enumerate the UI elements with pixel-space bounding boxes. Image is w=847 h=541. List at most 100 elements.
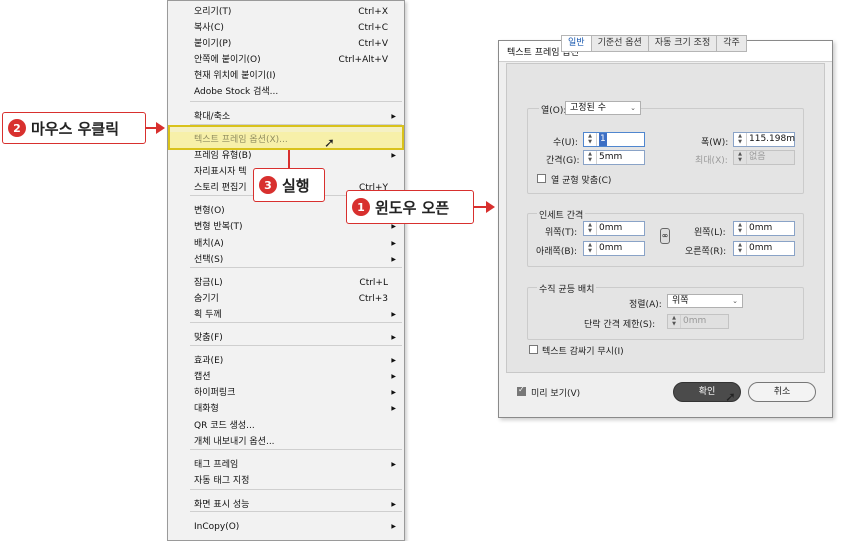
- tab-baseline-options[interactable]: 기준선 옵션: [591, 35, 649, 52]
- menu-item-label: 선택(S): [194, 255, 224, 265]
- stepper-icon[interactable]: ▲ ▼: [584, 133, 597, 146]
- arrow-head: [486, 201, 495, 213]
- menu-item[interactable]: 현재 위치에 붙이기(I): [168, 68, 404, 84]
- ignore-text-wrap-checkbox[interactable]: [529, 345, 538, 354]
- columns-select[interactable]: 고정된 수 ⌄: [565, 101, 641, 115]
- menu-item-label: 개체 내보내기 옵션...: [194, 437, 275, 447]
- menu-item[interactable]: 자동 태그 지정: [168, 473, 404, 489]
- stepper-icon[interactable]: ▲ ▼: [584, 242, 597, 255]
- number-field[interactable]: ▲ ▼ 1: [583, 132, 645, 147]
- menu-item-label: InCopy(O): [194, 522, 240, 532]
- chevron-down-icon: ⌄: [630, 104, 636, 112]
- submenu-arrow-icon: ▶: [391, 373, 396, 380]
- callout-number-badge: 1: [352, 198, 370, 216]
- align-select[interactable]: 위쪽 ⌄: [667, 294, 743, 308]
- menu-item[interactable]: 복사(C) Ctrl+C: [168, 20, 404, 36]
- stepper-icon[interactable]: ▲ ▼: [584, 151, 597, 164]
- menu-item[interactable]: 붙이기(P) Ctrl+V: [168, 36, 404, 52]
- callout-text: 윈도우 오픈: [375, 198, 450, 217]
- menu-item[interactable]: 숨기기 Ctrl+3: [168, 291, 404, 307]
- menu-item[interactable]: 안쪽에 붙이기(O) Ctrl+Alt+V: [168, 52, 404, 68]
- menu-item-shortcut: Ctrl+X: [358, 7, 388, 17]
- preview-label: 미리 보기(V): [531, 389, 581, 399]
- menu-item-label: 확대/축소: [194, 112, 231, 122]
- callout-right-click: 2 마우스 우클릭: [2, 112, 146, 144]
- menu-item[interactable]: Adobe Stock 검색...: [168, 84, 404, 100]
- menu-item[interactable]: 대화형 ▶: [168, 401, 404, 417]
- menu-item-label: 캡션: [194, 372, 211, 382]
- callout-window-open: 1 윈도우 오픈: [346, 190, 474, 224]
- submenu-arrow-icon: ▶: [391, 152, 396, 159]
- menu-item-label: 배치(A): [194, 239, 224, 249]
- gutter-field[interactable]: ▲ ▼ 5mm: [583, 150, 645, 165]
- inset-right-value: 0mm: [749, 243, 773, 253]
- menu-item-label: 현재 위치에 붙이기(I): [194, 71, 276, 81]
- menu-item-label: 숨기기: [194, 294, 219, 304]
- stepper-icon[interactable]: ▲ ▼: [734, 242, 747, 255]
- width-label: 폭(W):: [701, 138, 729, 148]
- menu-item[interactable]: 프레임 유형(B) ▶: [168, 148, 404, 164]
- connector-line: [288, 150, 290, 168]
- menu-item-label: 붙이기(P): [194, 39, 232, 49]
- menu-item[interactable]: 하이퍼링크 ▶: [168, 385, 404, 401]
- inset-top-label: 위쪽(T):: [545, 228, 578, 238]
- gutter-label: 간격(G):: [546, 156, 580, 166]
- align-label: 정렬(A):: [629, 300, 662, 310]
- menu-item-label: 스토리 편집기: [194, 183, 247, 193]
- tab-auto-size[interactable]: 자동 크기 조정: [648, 35, 718, 52]
- inset-bottom-field[interactable]: ▲ ▼ 0mm: [583, 241, 645, 256]
- stepper-icon[interactable]: ▲ ▼: [734, 222, 747, 235]
- inset-left-field[interactable]: ▲ ▼ 0mm: [733, 221, 795, 236]
- menu-separator: [190, 322, 402, 323]
- menu-item-label: 효과(E): [194, 356, 224, 366]
- menu-item[interactable]: 오리기(T) Ctrl+X: [168, 4, 404, 20]
- paragraph-spacing-limit-field: ▲ ▼ 0mm: [667, 314, 729, 329]
- menu-item[interactable]: 획 두께 ▶: [168, 307, 404, 323]
- preview-checkbox[interactable]: [517, 385, 526, 396]
- menu-item-label: 대화형: [194, 404, 219, 414]
- menu-item-shortcut: Ctrl+V: [358, 39, 388, 49]
- max-field: ▲ ▼ 없음: [733, 150, 795, 165]
- balance-columns-checkbox[interactable]: [537, 174, 546, 183]
- menu-item[interactable]: 배치(A) ▶: [168, 236, 404, 252]
- menu-item-label: 안쪽에 붙이기(O): [194, 55, 261, 65]
- menu-item[interactable]: 선택(S) ▶: [168, 252, 404, 268]
- menu-item[interactable]: 잠금(L) Ctrl+L: [168, 275, 404, 291]
- submenu-arrow-icon: ▶: [391, 256, 396, 263]
- cancel-button[interactable]: 취소: [748, 382, 816, 402]
- menu-item[interactable]: 캡션 ▶: [168, 369, 404, 385]
- width-field[interactable]: ▲ ▼ 115.198m: [733, 132, 795, 147]
- balance-columns-label: 열 균형 맞춤(C): [551, 176, 612, 186]
- menu-separator: [190, 267, 402, 268]
- submenu-arrow-icon: ▶: [391, 240, 396, 247]
- callout-execute: 3 실행: [253, 168, 325, 202]
- menu-item[interactable]: 개체 내보내기 옵션...: [168, 434, 404, 450]
- stepper-icon[interactable]: ▲ ▼: [734, 133, 747, 146]
- link-chain-icon[interactable]: ∞: [660, 228, 670, 244]
- dialog-tabs: 일반 기준선 옵션 자동 크기 조정 각주: [561, 35, 747, 52]
- menu-item[interactable]: 확대/축소 ▶: [168, 109, 404, 125]
- stepper-icon[interactable]: ▲ ▼: [584, 222, 597, 235]
- columns-label: 열(O):: [539, 103, 569, 116]
- inset-bottom-value: 0mm: [599, 243, 623, 253]
- callout-number-badge: 3: [259, 176, 277, 194]
- tab-footnotes[interactable]: 각주: [717, 35, 747, 52]
- gutter-value: 5mm: [599, 152, 623, 162]
- menu-item[interactable]: 효과(E) ▶: [168, 353, 404, 369]
- inset-top-field[interactable]: ▲ ▼ 0mm: [583, 221, 645, 236]
- callout-number-badge: 2: [8, 119, 26, 137]
- tab-general[interactable]: 일반: [561, 35, 592, 52]
- inset-right-field[interactable]: ▲ ▼ 0mm: [733, 241, 795, 256]
- menu-item[interactable]: QR 코드 생성...: [168, 418, 404, 434]
- menu-item-shortcut: Ctrl+L: [359, 278, 388, 288]
- mouse-pointer-icon: ➚: [725, 390, 736, 405]
- menu-item[interactable]: 태그 프레임 ▶: [168, 457, 404, 473]
- menu-item[interactable]: InCopy(O) ▶: [168, 519, 404, 535]
- menu-item-label: 자동 태그 지정: [194, 476, 250, 486]
- menu-separator: [190, 449, 402, 450]
- callout-text: 실행: [282, 176, 310, 195]
- submenu-arrow-icon: ▶: [391, 461, 396, 468]
- menu-item-label: 프레임 유형(B): [194, 151, 252, 161]
- menu-item-label: 변형(O): [194, 206, 225, 216]
- menu-item[interactable]: 맞춤(F) ▶: [168, 330, 404, 346]
